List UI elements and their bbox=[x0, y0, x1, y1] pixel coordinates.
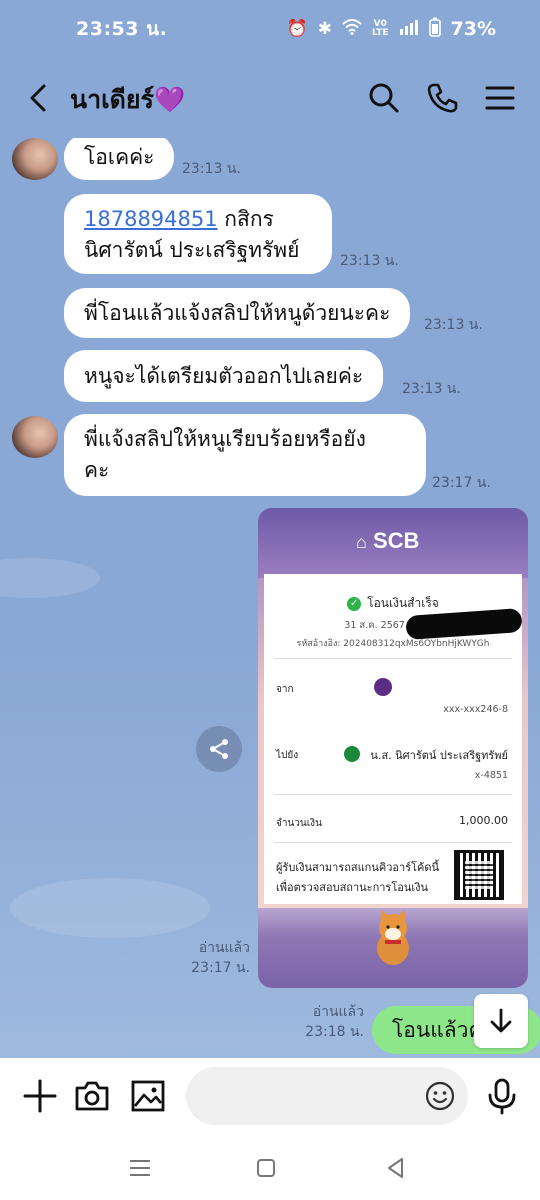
system-nav-bar bbox=[0, 1136, 540, 1200]
read-receipt: อ่านแล้ว 23:18 น. bbox=[305, 1004, 364, 1040]
amount-value: 1,000.00 bbox=[459, 814, 508, 827]
volte-icon: V0 LTE bbox=[371, 19, 389, 38]
home-icon[interactable] bbox=[252, 1154, 280, 1182]
divider bbox=[274, 658, 512, 659]
to-account: x-4851 bbox=[474, 770, 508, 781]
message-text: คะ bbox=[84, 458, 110, 482]
from-account: xxx-xxx246-8 bbox=[443, 704, 508, 715]
message-time: 23:13 น. bbox=[424, 317, 483, 333]
message-time: 23:13 น. bbox=[402, 381, 461, 397]
chat-header: นาเดียร์💜 bbox=[0, 58, 540, 138]
message-input-bar bbox=[0, 1058, 540, 1136]
message-bubble: พี่โอนแล้วแจ้งสลิปให้หนูด้วยนะคะ bbox=[64, 288, 411, 338]
arrow-down-icon bbox=[490, 1008, 512, 1033]
bluetooth-icon: ✱ bbox=[317, 19, 332, 39]
slip-ref: รหัสอ้างอิง: 202408312qxMs6OYbnHjKWYGh bbox=[296, 639, 490, 649]
account-link[interactable]: 1878894851 bbox=[84, 207, 218, 231]
qr-note: ผู้รับเงินสามารถสแกนคิวอาร์โค้ดนี้ bbox=[276, 861, 440, 874]
chat-title: นาเดียร์💜 bbox=[70, 85, 186, 114]
bank-name: กสิกร bbox=[217, 207, 274, 231]
image-icon[interactable] bbox=[128, 1076, 168, 1116]
battery-icon bbox=[428, 17, 441, 42]
account-holder-name: นิศารัตน์ ประเสริฐทรัพย์ bbox=[84, 238, 300, 262]
qr-note: เพื่อตรวจสอบสถานะการโอนเงิน bbox=[276, 881, 429, 894]
check-icon: ✓ bbox=[347, 596, 362, 611]
alarm-icon: ⏰ bbox=[286, 19, 308, 39]
search-icon[interactable] bbox=[366, 80, 402, 116]
message-bubble: 1878894851 กสิกร นิศารัตน์ ประเสริฐทรัพย… bbox=[64, 194, 332, 274]
phone-icon[interactable] bbox=[424, 80, 460, 116]
plus-icon[interactable] bbox=[20, 1076, 60, 1116]
background-cloud bbox=[0, 558, 100, 598]
shiba-dog-illustration bbox=[370, 908, 416, 966]
to-label: ไปยัง bbox=[276, 750, 299, 761]
kbank-icon bbox=[344, 746, 360, 762]
to-name: น.ส. นิศารัตน์ ประเสริฐทรัพย์ bbox=[370, 749, 508, 762]
message-bubble: พี่แจ้งสลิปให้หนูเรียบร้อยหรือยัง คะ bbox=[64, 414, 426, 496]
status-time: 23:53 น. bbox=[76, 18, 168, 40]
camera-icon[interactable] bbox=[72, 1076, 112, 1116]
message-text: พี่โอนแล้วแจ้งสลิปให้หนูด้วยนะคะ bbox=[84, 300, 391, 325]
from-label: จาก bbox=[276, 684, 294, 695]
background-cloud bbox=[10, 878, 210, 938]
divider bbox=[274, 842, 512, 843]
message-text: พี่แจ้งสลิปให้หนูเรียบร้อยหรือยัง bbox=[84, 427, 366, 451]
divider bbox=[274, 794, 512, 795]
status-bar: 23:53 น. ⏰ ✱ V0 LTE 73% bbox=[0, 0, 540, 58]
nav-back-icon[interactable] bbox=[382, 1154, 410, 1182]
qr-code bbox=[454, 850, 504, 900]
emoji-icon[interactable] bbox=[424, 1080, 456, 1112]
signal-icon bbox=[399, 18, 419, 40]
microphone-icon[interactable] bbox=[482, 1076, 522, 1116]
back-icon[interactable] bbox=[22, 80, 58, 116]
chat-area[interactable]: โอเคค่ะ 23:13 น. 1878894851 กสิกร นิศารั… bbox=[0, 138, 540, 1058]
message-time: 23:13 น. bbox=[182, 161, 241, 177]
scroll-down-button[interactable] bbox=[474, 994, 528, 1048]
message-bubble: โอเคค่ะ bbox=[64, 138, 175, 180]
recent-apps-icon[interactable] bbox=[126, 1154, 154, 1182]
message-time: 23:17 น. bbox=[432, 475, 491, 491]
share-button[interactable] bbox=[196, 726, 242, 772]
message-text: หนูจะได้เตรียมตัวออกไปเลยค่ะ bbox=[84, 363, 364, 388]
transfer-slip-image[interactable]: ⌂ SCB ✓ โอนเงินสำเร็จ 31 ส.ค. 2567 - 23:1… bbox=[258, 508, 528, 988]
amount-label: จำนวนเงิน bbox=[276, 818, 322, 829]
message-text: โอเคค่ะ bbox=[84, 144, 155, 169]
message-time: 23:13 น. bbox=[340, 253, 399, 269]
battery-percent: 73% bbox=[450, 18, 496, 40]
share-icon bbox=[210, 739, 228, 759]
menu-icon[interactable] bbox=[482, 80, 518, 116]
wifi-icon bbox=[342, 18, 362, 40]
message-bubble: หนูจะได้เตรียมตัวออกไปเลยค่ะ bbox=[64, 350, 384, 402]
status-icons: ⏰ ✱ V0 LTE 73% bbox=[287, 17, 496, 42]
avatar[interactable] bbox=[12, 138, 58, 180]
scb-logo: ⌂ SCB bbox=[356, 528, 420, 553]
avatar[interactable] bbox=[12, 416, 58, 458]
read-receipt: อ่านแล้ว 23:17 น. bbox=[191, 940, 250, 976]
scb-bank-icon bbox=[374, 678, 392, 696]
